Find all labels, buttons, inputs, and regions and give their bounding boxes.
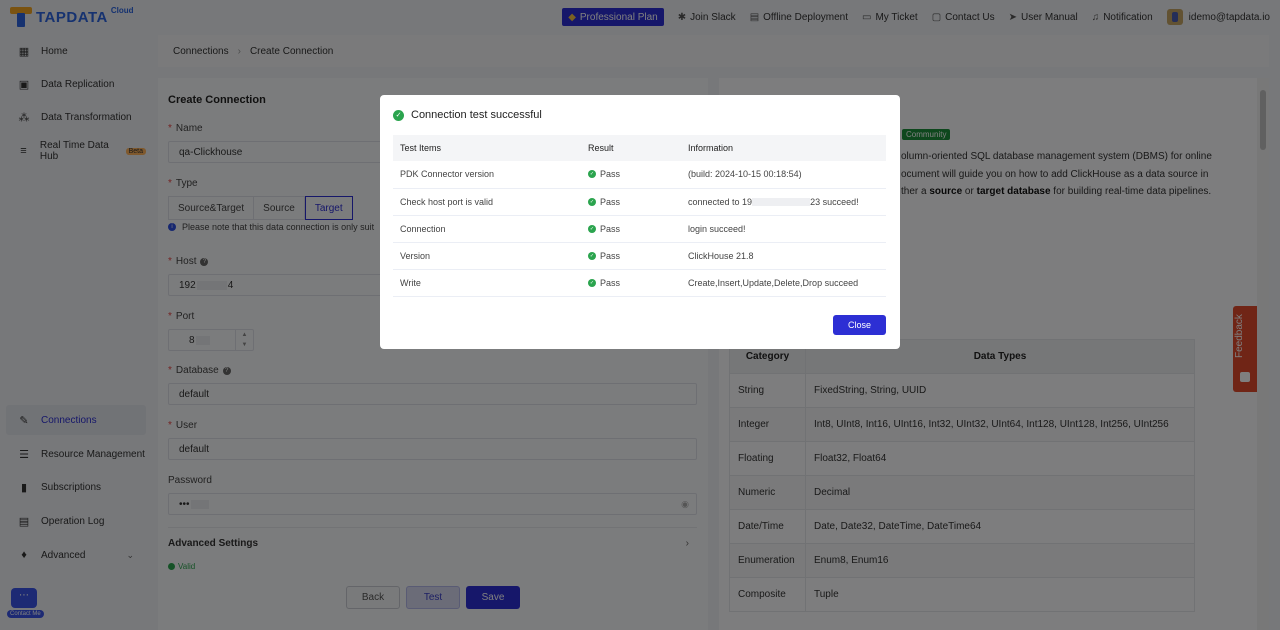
close-button[interactable]: Close (833, 315, 886, 335)
check-circle-icon: ✓ (588, 170, 596, 179)
table-row: Write ✓ Pass Create,Insert,Update,Delete,… (393, 269, 886, 297)
table-header: Result (581, 135, 681, 161)
connection-test-dialog: ✓ Connection test successful Test Items … (380, 95, 900, 349)
table-row: Check host port is valid ✓ Pass connected… (393, 188, 886, 216)
check-circle-icon: ✓ (588, 224, 596, 233)
table-row: Connection ✓ Pass login succeed! (393, 215, 886, 243)
check-circle-icon: ✓ (393, 109, 404, 121)
table-row: PDK Connector version ✓ Pass (build: 2024… (393, 161, 886, 189)
table-row: Version ✓ Pass ClickHouse 21.8 (393, 242, 886, 270)
dialog-title: ✓ Connection test successful (393, 109, 542, 121)
check-circle-icon: ✓ (588, 251, 596, 260)
table-header: Information (681, 135, 886, 161)
check-circle-icon: ✓ (588, 197, 596, 206)
check-circle-icon: ✓ (588, 278, 596, 287)
table-header: Test Items (393, 135, 581, 161)
test-results-table: Test Items Result Information PDK Connec… (393, 135, 886, 297)
